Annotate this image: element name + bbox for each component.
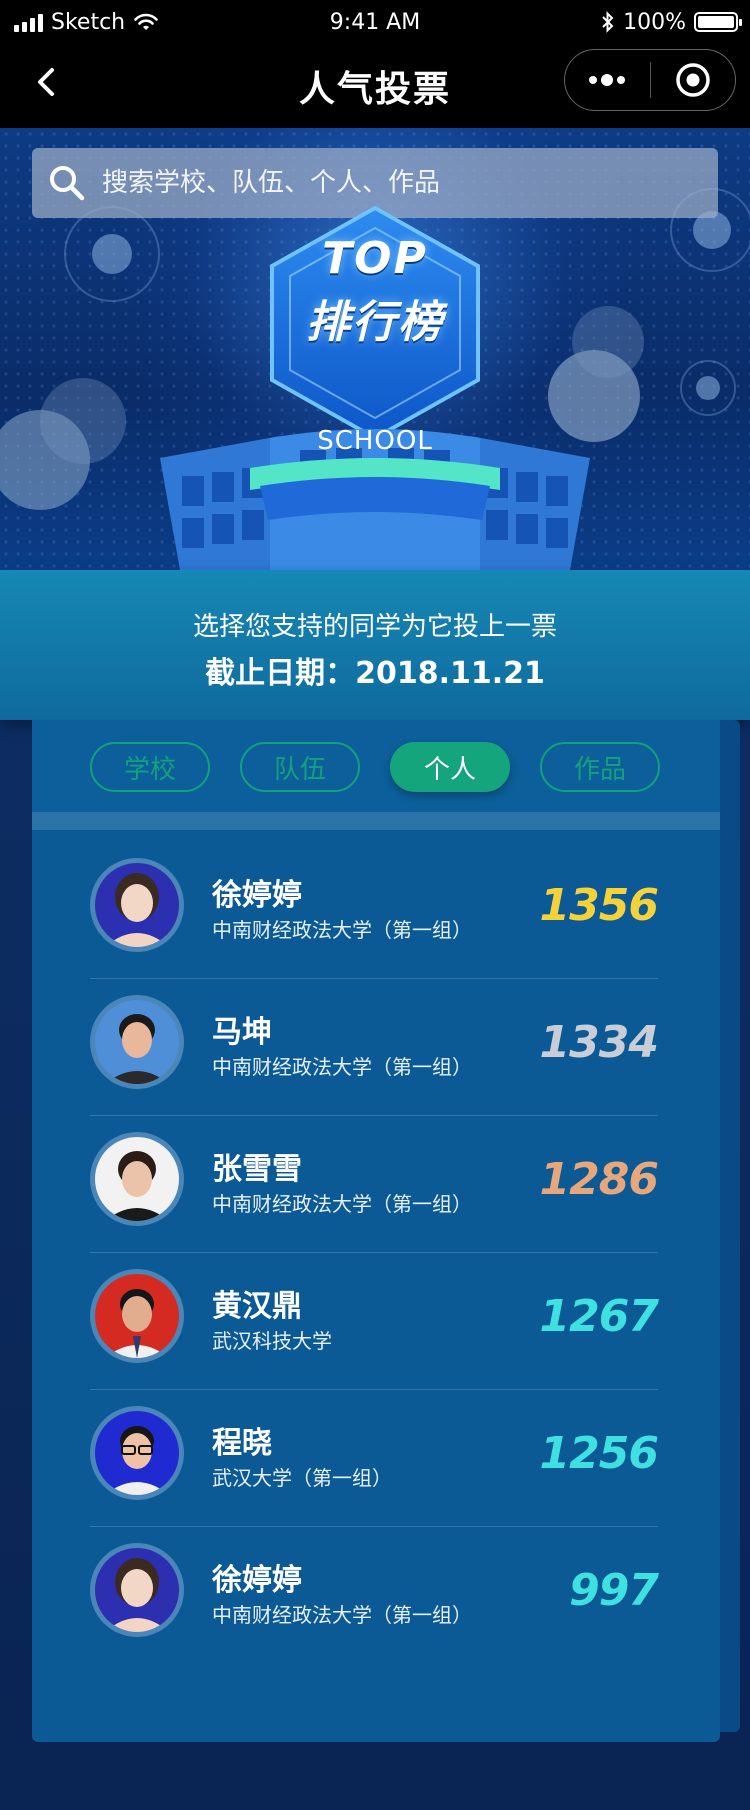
- tab-works[interactable]: 作品: [540, 742, 660, 792]
- top-badge-line1: TOP: [322, 233, 428, 284]
- avatar: [90, 1543, 184, 1637]
- tab-school[interactable]: 学校: [90, 742, 210, 792]
- vote-deadline: 截止日期：2018.11.21: [205, 656, 545, 691]
- vote-count: 1286: [539, 1154, 659, 1205]
- battery-icon: [694, 12, 742, 32]
- page-title: 人气投票: [298, 69, 451, 110]
- ranking-row[interactable]: 张雪雪 中南财经政法大学（第一组） 1286: [90, 1116, 659, 1253]
- close-circle-icon: [676, 63, 710, 97]
- nav-bar: 人气投票: [0, 44, 750, 128]
- more-dots-icon: [589, 74, 626, 86]
- category-tabs: 学校 队伍 个人 作品: [32, 720, 720, 812]
- candidate-name: 马坤: [212, 1015, 272, 1050]
- avatar: [90, 995, 184, 1089]
- top-badge-line2: 排行榜: [306, 297, 444, 348]
- candidate-school: 武汉大学（第一组）: [212, 1466, 392, 1490]
- vote-instruction: 选择您支持的同学为它投上一票: [192, 612, 557, 642]
- candidate-name: 徐婷婷: [212, 1563, 302, 1598]
- candidate-name: 张雪雪: [212, 1152, 302, 1187]
- vote-count: 1334: [539, 1017, 659, 1068]
- decor-bubble: [40, 378, 126, 464]
- status-bar: Sketch 9:41 AM 100%: [0, 0, 750, 44]
- back-icon[interactable]: [28, 62, 68, 102]
- decor-ring-dot: [696, 376, 720, 400]
- more-button[interactable]: [565, 50, 650, 110]
- vote-count: 1267: [539, 1291, 659, 1342]
- candidate-school: 武汉科技大学: [212, 1329, 332, 1353]
- candidate-school: 中南财经政法大学（第一组）: [212, 1055, 472, 1079]
- vote-info-strip: 选择您支持的同学为它投上一票 截止日期：2018.11.21: [0, 570, 750, 720]
- ranking-banner: TOP 排行榜 SCHOOL: [0, 128, 750, 570]
- vote-count: 997: [569, 1565, 659, 1616]
- search-icon: [50, 166, 85, 201]
- ranking-row[interactable]: 马坤 中南财经政法大学（第一组） 1334: [90, 979, 659, 1116]
- avatar: [90, 858, 184, 952]
- ranking-row[interactable]: 黄汉鼎 武汉科技大学 1267: [90, 1253, 659, 1390]
- tabs-divider: [32, 812, 720, 830]
- candidate-name: 徐婷婷: [212, 878, 302, 913]
- status-time: 9:41 AM: [329, 9, 421, 35]
- avatar: [90, 1406, 184, 1500]
- school-label: SCHOOL: [317, 426, 433, 456]
- tab-team[interactable]: 队伍: [240, 742, 360, 792]
- candidate-school: 中南财经政法大学（第一组）: [212, 918, 472, 942]
- ranking-row[interactable]: 徐婷婷 中南财经政法大学（第一组） 1356: [90, 842, 659, 979]
- candidate-name: 黄汉鼎: [212, 1289, 302, 1324]
- ranking-list: 徐婷婷 中南财经政法大学（第一组） 1356 马坤 中南财经政法大学（第一组） …: [90, 842, 659, 1664]
- candidate-name: 程晓: [212, 1426, 272, 1461]
- vote-count: 1356: [539, 880, 659, 931]
- vote-count: 1256: [539, 1428, 659, 1479]
- tab-individual[interactable]: 个人: [390, 742, 510, 792]
- close-button[interactable]: [651, 50, 736, 110]
- page: Sketch 9:41 AM 100% 人气投票 搜索学校、队伍、个人、作品 T…: [0, 0, 750, 1810]
- avatar: [90, 1269, 184, 1363]
- mini-program-capsule: [564, 49, 736, 111]
- candidate-school: 中南财经政法大学（第一组）: [212, 1603, 472, 1627]
- avatar: [90, 1132, 184, 1226]
- decor-bubble: [572, 306, 644, 378]
- candidate-school: 中南财经政法大学（第一组）: [212, 1192, 472, 1216]
- ranking-card: 学校 队伍 个人 作品 徐婷婷 中南财经政法大学（第一组） 1356 马坤 中南…: [32, 720, 720, 1742]
- ranking-row[interactable]: 程晓 武汉大学（第一组） 1256: [90, 1390, 659, 1527]
- decor-ring-dot: [92, 234, 132, 274]
- ranking-row[interactable]: 徐婷婷 中南财经政法大学（第一组） 997: [90, 1527, 659, 1664]
